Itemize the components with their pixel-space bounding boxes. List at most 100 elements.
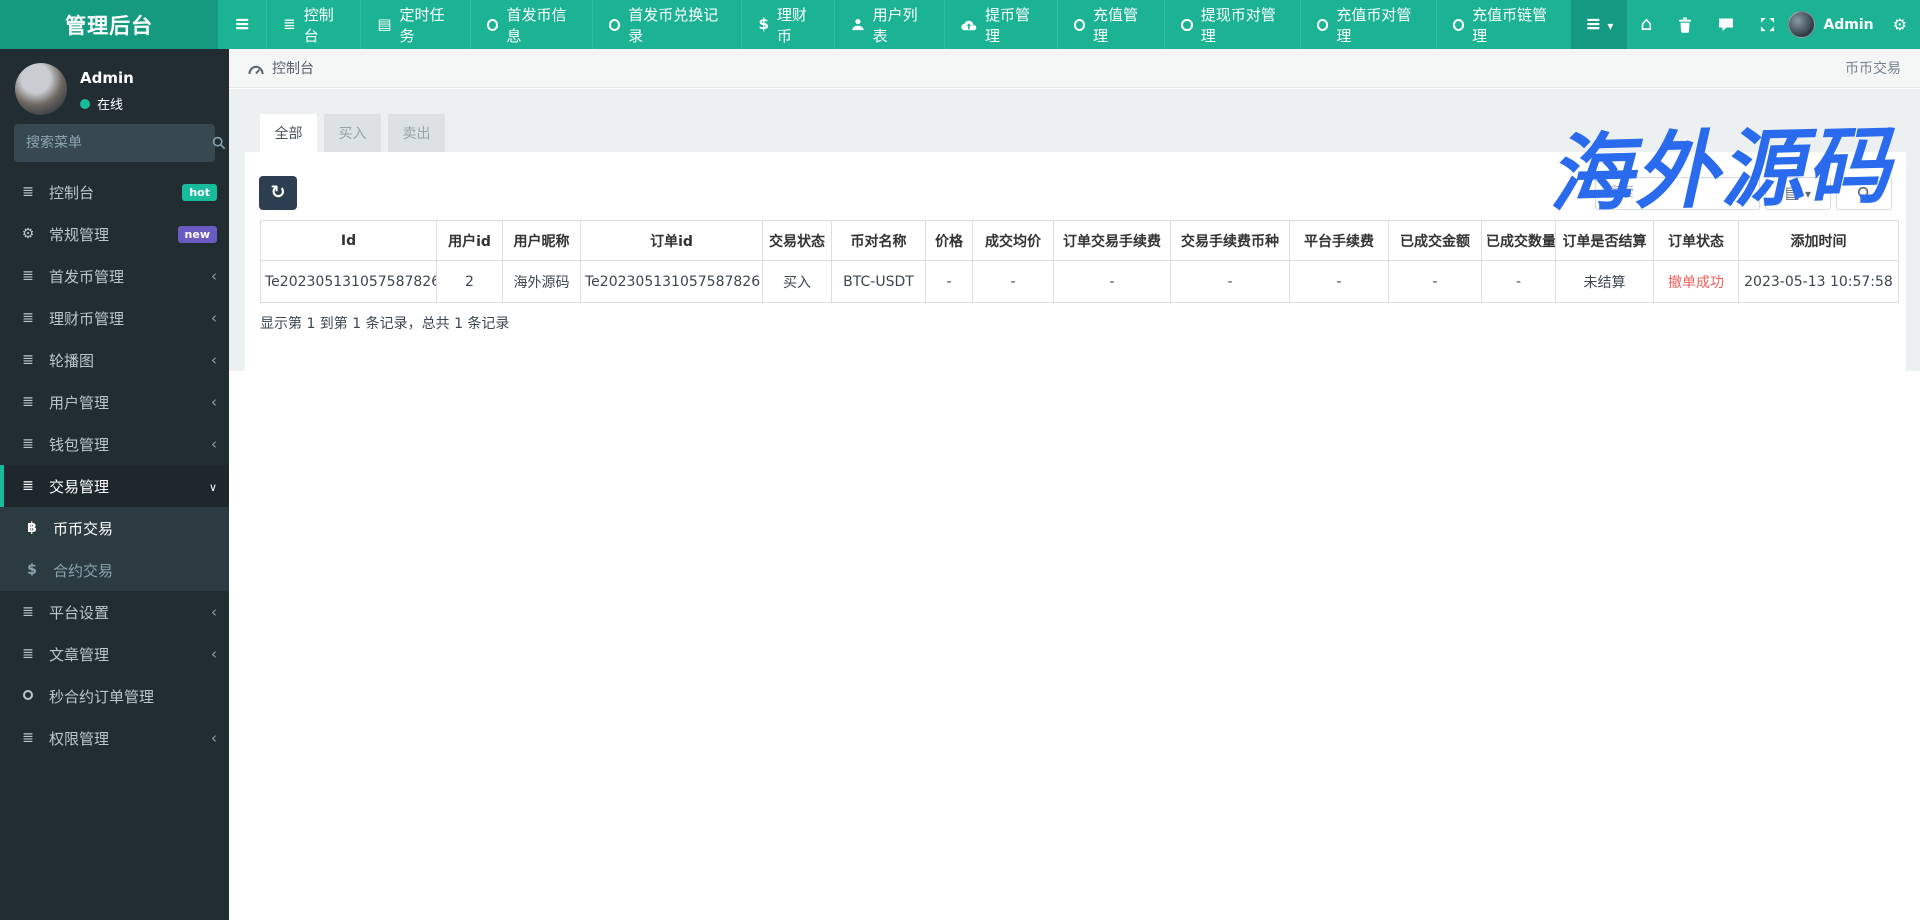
col-order-id[interactable]: 订单id	[580, 220, 763, 261]
refresh-icon	[270, 184, 285, 202]
breadcrumb-label[interactable]: 控制台	[272, 58, 314, 78]
table-row[interactable]: Te202305131057587826 2 海外源码 Te2023051310…	[260, 260, 1899, 303]
sidebar-item-wallet[interactable]: 钱包管理	[0, 423, 229, 465]
topnav-item-withdraw-coin[interactable]: 提币管理	[944, 0, 1056, 49]
nav-dropdown-button[interactable]	[1571, 0, 1628, 49]
chevron-left-icon	[211, 395, 217, 410]
col-pair-name[interactable]: 币对名称	[831, 220, 926, 261]
sidebar-item-trade[interactable]: 交易管理	[0, 465, 229, 507]
col-filled-amount[interactable]: 已成交金额	[1388, 220, 1482, 261]
sidebar-item-finance-coin[interactable]: 理财币管理	[0, 297, 229, 339]
sidebar-item-ico-manage[interactable]: 首发币管理	[0, 255, 229, 297]
user-menu[interactable]: Admin	[1788, 11, 1879, 38]
cell-pair-name: BTC-USDT	[831, 260, 926, 303]
main-content: 控制台 币币交易 全部 买入 卖出 ↻ 搜索 ▤ ▾ Id 用户id 用户昵称 …	[229, 49, 1920, 920]
cell-filled-amount: -	[1388, 260, 1482, 303]
circle-icon	[1181, 18, 1193, 31]
app-title: 管理后台	[0, 0, 219, 49]
col-order-fee[interactable]: 订单交易手续费	[1053, 220, 1171, 261]
online-dot-icon	[80, 98, 90, 109]
sidebar-menu: 控制台hot 常规管理new 首发币管理 理财币管理 轮播图 用户管理 钱包管理…	[0, 171, 229, 759]
topnav-item-recharge[interactable]: 充值管理	[1056, 0, 1165, 49]
columns-dropdown-button[interactable]	[1765, 176, 1831, 210]
col-id[interactable]: Id	[260, 220, 437, 261]
user-icon	[852, 18, 864, 31]
search-submit-button[interactable]	[1836, 176, 1892, 210]
home-button[interactable]	[1627, 0, 1665, 49]
sidebar-item-second-contract-orders[interactable]: 秒合约订单管理	[0, 675, 229, 717]
tachometer-icon	[248, 65, 264, 74]
gears-icon	[1893, 17, 1907, 33]
table-toolbar	[259, 176, 1892, 210]
col-filled-qty[interactable]: 已成交数量	[1481, 220, 1556, 261]
chevron-left-icon	[211, 605, 217, 620]
chevron-left-icon	[211, 731, 217, 746]
col-created-at[interactable]: 添加时间	[1738, 220, 1899, 261]
circle-icon	[487, 18, 499, 31]
table-search-input[interactable]	[1595, 176, 1760, 210]
topnav-item-ico-info[interactable]: 首发币信息	[470, 0, 592, 49]
sidebar-item-platform-settings[interactable]: 平台设置	[0, 591, 229, 633]
caret-down-icon	[1607, 17, 1613, 33]
new-badge: new	[177, 225, 217, 243]
topnav-item-recharge-pair[interactable]: 充值币对管理	[1300, 0, 1436, 49]
tab-all[interactable]: 全部	[260, 114, 317, 152]
tab-sell[interactable]: 卖出	[388, 114, 445, 152]
refresh-button[interactable]	[259, 176, 297, 210]
hot-badge: hot	[182, 183, 217, 201]
sidebar-search-input[interactable]	[14, 135, 212, 151]
topnav-item-finance-coin[interactable]: 理财币	[741, 0, 833, 49]
fullscreen-button[interactable]	[1747, 0, 1788, 49]
clear-cache-button[interactable]	[1665, 0, 1705, 49]
search-icon	[1857, 186, 1871, 200]
sidebar-item-spot-trade[interactable]: 币币交易	[0, 507, 229, 549]
sidebar-item-permissions[interactable]: 权限管理	[0, 717, 229, 759]
sidebar-user-panel: Admin 在线	[0, 49, 229, 115]
user-name: Admin	[1823, 16, 1874, 33]
cell-trade-status: 买入	[762, 260, 832, 303]
topnav-item-console[interactable]: 控制台	[266, 0, 360, 49]
cell-order-id: Te202305131057587826	[580, 260, 763, 303]
chevron-left-icon	[211, 437, 217, 452]
col-user-nickname[interactable]: 用户昵称	[502, 220, 581, 261]
columns-icon	[1785, 185, 1800, 201]
avatar	[1788, 11, 1816, 38]
col-price[interactable]: 价格	[925, 220, 973, 261]
sidebar-item-users[interactable]: 用户管理	[0, 381, 229, 423]
pagination-summary: 显示第 1 到第 1 条记录，总共 1 条记录	[260, 316, 510, 332]
expand-icon	[1761, 17, 1775, 32]
settings-button[interactable]	[1880, 0, 1920, 49]
col-user-id[interactable]: 用户id	[436, 220, 503, 261]
page-title: 币币交易	[1845, 61, 1901, 77]
caret-down-icon	[1805, 185, 1811, 201]
cell-price: -	[925, 260, 973, 303]
message-icon	[1719, 18, 1734, 31]
sidebar-item-console[interactable]: 控制台hot	[0, 171, 229, 213]
topnav-item-cron[interactable]: 定时任务	[360, 0, 470, 49]
col-platform-fee[interactable]: 平台手续费	[1289, 220, 1389, 261]
table-header-row: Id 用户id 用户昵称 订单id 交易状态 币对名称 价格 成交均价 订单交易…	[260, 220, 1899, 261]
sidebar-item-articles[interactable]: 文章管理	[0, 633, 229, 675]
message-button[interactable]	[1705, 0, 1747, 49]
sidebar-item-contract-trade[interactable]: 合约交易	[0, 549, 229, 591]
tab-buy[interactable]: 买入	[324, 114, 381, 152]
sidebar-toggle-button[interactable]	[218, 0, 266, 49]
search-button[interactable]	[212, 136, 226, 150]
topnav-item-recharge-chain[interactable]: 充值币链管理	[1435, 0, 1572, 49]
dollar-icon	[22, 563, 42, 577]
sidebar-item-carousel[interactable]: 轮播图	[0, 339, 229, 381]
circle-icon	[608, 18, 621, 31]
topnav-item-user-list[interactable]: 用户列表	[833, 0, 945, 49]
sidebar-item-general[interactable]: 常规管理new	[0, 213, 229, 255]
dollar-icon	[758, 17, 768, 32]
col-fee-currency[interactable]: 交易手续费币种	[1170, 220, 1290, 261]
col-avg-price[interactable]: 成交均价	[972, 220, 1054, 261]
circle-icon	[1317, 18, 1329, 31]
col-trade-status[interactable]: 交易状态	[762, 220, 832, 261]
col-settled[interactable]: 订单是否结算	[1555, 220, 1654, 261]
col-order-status[interactable]: 订单状态	[1653, 220, 1739, 261]
topnav-item-ico-exchange[interactable]: 首发币兑换记录	[591, 0, 742, 49]
list-icon	[18, 185, 38, 199]
bitcoin-icon	[22, 521, 42, 535]
topnav-item-withdraw-pair[interactable]: 提现币对管理	[1164, 0, 1300, 49]
